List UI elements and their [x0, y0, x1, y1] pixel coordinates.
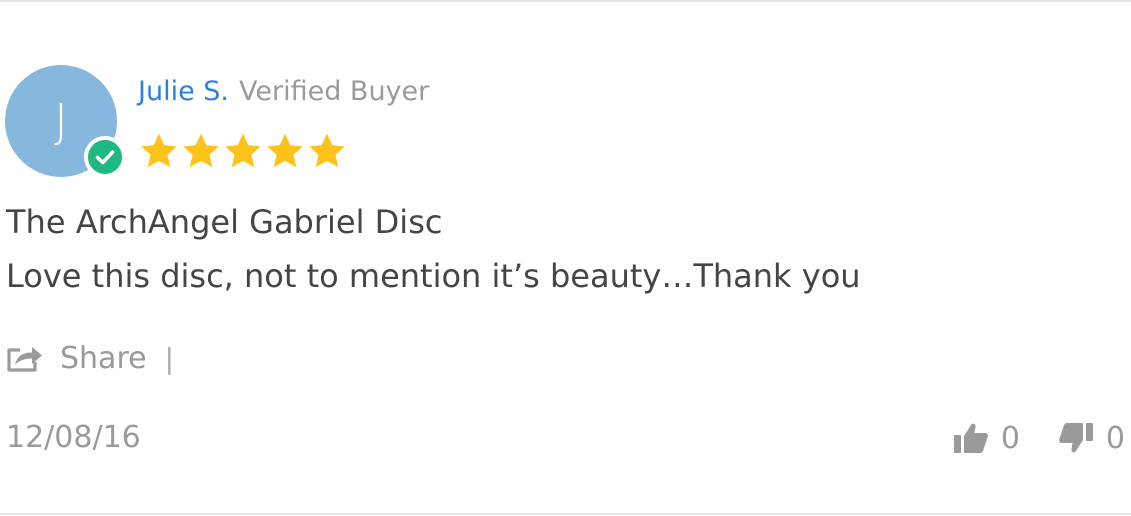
share-icon — [7, 347, 42, 372]
share-button[interactable]: Share — [6, 341, 147, 376]
thumbs-up-icon — [953, 423, 988, 453]
star-icon — [181, 131, 221, 173]
review-body: Love this disc, not to mention it’s beau… — [6, 257, 861, 295]
review-title: The ArchAngel Gabriel Disc — [6, 203, 443, 241]
verified-buyer-label: Verified Buyer — [239, 76, 430, 107]
star-icon — [223, 131, 263, 173]
thumbs-up-button[interactable]: 0 — [953, 421, 1020, 456]
star-icon — [307, 131, 347, 173]
star-rating — [139, 131, 347, 173]
share-separator: | — [164, 341, 175, 375]
author-name-link[interactable]: Julie S. — [138, 76, 229, 107]
star-icon — [139, 131, 179, 173]
thumbs-down-icon — [1059, 423, 1093, 453]
star-icon — [265, 131, 305, 173]
vote-controls: 0 0 — [953, 416, 1125, 460]
top-divider — [0, 0, 1131, 2]
author-line: Julie S. Verified Buyer — [138, 72, 429, 112]
bottom-divider — [0, 513, 1131, 515]
avatar-initial: J — [54, 94, 68, 148]
review-date: 12/08/16 — [6, 420, 141, 455]
thumbs-up-count: 0 — [1000, 420, 1020, 456]
verified-check-icon — [84, 136, 126, 178]
thumbs-down-button[interactable]: 0 — [1058, 421, 1125, 456]
thumbs-down-count: 0 — [1105, 420, 1125, 456]
share-label: Share — [60, 340, 147, 376]
share-row: Share | — [6, 336, 174, 380]
